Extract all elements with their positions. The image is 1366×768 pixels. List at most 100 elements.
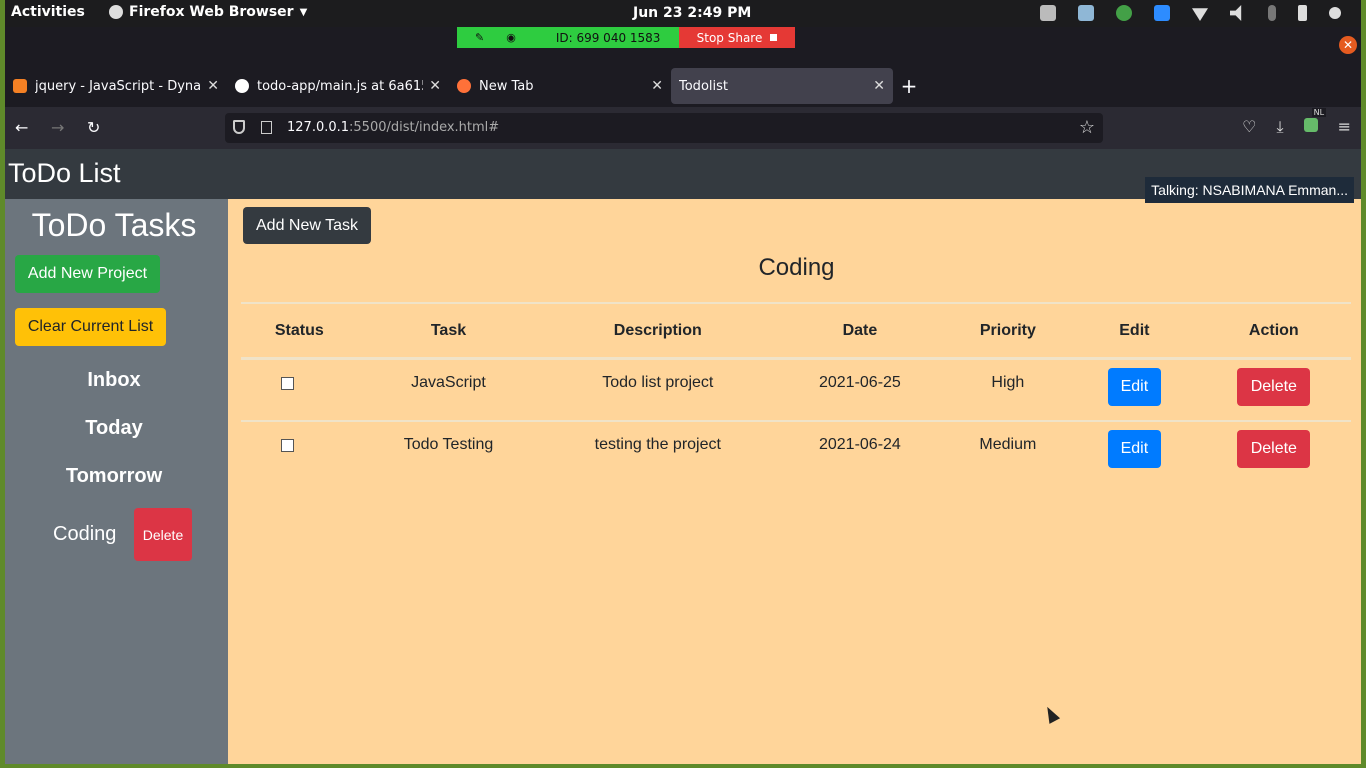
caret-down-icon: ▼ <box>299 6 308 18</box>
todo-app: ToDo List Talking: NSABIMANA Emman... To… <box>5 149 1361 764</box>
app-menu[interactable]: Firefox Web Browser ▼ <box>109 4 307 20</box>
url-text[interactable]: 127.0.0.1:5500/dist/index.html# <box>287 120 499 135</box>
tab-todolist[interactable]: Todolist ✕ <box>671 68 893 104</box>
wifi-icon[interactable] <box>1192 8 1208 21</box>
tab-label: Todolist <box>679 78 728 94</box>
task-table: Status Task Description Date Priority Ed… <box>241 302 1351 483</box>
table-header-row: Status Task Description Date Priority Ed… <box>241 302 1351 360</box>
column-header: Priority <box>943 302 1073 360</box>
extension-icon[interactable]: NL <box>1303 108 1327 137</box>
edit-cell: Edit <box>1072 421 1197 483</box>
bookmark-star-icon[interactable]: ☆ <box>1079 117 1095 138</box>
action-cell: Delete <box>1197 421 1351 483</box>
app-menu-label: Firefox Web Browser <box>129 4 294 20</box>
share-info: ✎ ◉ ID: 699 040 1583 <box>457 27 679 48</box>
delete-project-button[interactable]: Delete <box>134 508 192 561</box>
forward-icon[interactable]: → <box>51 118 64 137</box>
column-header: Status <box>241 302 358 360</box>
column-header: Edit <box>1072 302 1197 360</box>
date-cell: 2021-06-25 <box>776 358 944 422</box>
firefox-icon <box>109 5 123 19</box>
tab-new-tab[interactable]: New Tab ✕ <box>449 68 671 104</box>
column-header: Action <box>1196 302 1351 360</box>
sidebar: ToDo Tasks Add New Project Clear Current… <box>5 199 228 764</box>
page-info-icon[interactable] <box>261 121 272 134</box>
sidebar-item-tomorrow[interactable]: Tomorrow <box>5 465 223 488</box>
url-bar[interactable]: 127.0.0.1:5500/dist/index.html# ☆ <box>225 113 1103 143</box>
battery-icon[interactable] <box>1298 5 1307 21</box>
column-header: Description <box>539 302 777 360</box>
table-row: Todo Testing testing the project 2021-06… <box>241 421 1351 483</box>
delete-task-button[interactable]: Delete <box>1237 368 1311 406</box>
close-tab-icon[interactable]: ✕ <box>429 78 441 94</box>
screen: Activities Firefox Web Browser ▼ Jun 23 … <box>5 0 1361 764</box>
status-cell <box>241 421 358 483</box>
close-tab-icon[interactable]: ✕ <box>207 78 219 94</box>
reload-icon[interactable]: ↻ <box>87 118 100 137</box>
tracking-shield-icon[interactable] <box>233 120 245 134</box>
back-icon[interactable]: ← <box>15 118 28 137</box>
task-cell: Todo Testing <box>403 435 494 453</box>
navigation-bar: ← → ↻ 127.0.0.1:5500/dist/index.html# ☆ … <box>5 107 1361 149</box>
app-title: ToDo List <box>8 158 121 188</box>
delete-task-button[interactable]: Delete <box>1237 429 1311 468</box>
tab-jquery[interactable]: jquery - JavaScript - Dynami ✕ <box>5 68 227 104</box>
system-tray[interactable] <box>1040 5 1341 21</box>
tab-label: New Tab <box>479 78 534 94</box>
main-content: Add New Task Coding Status Task Descript… <box>228 199 1361 764</box>
zoom-icon[interactable] <box>1154 5 1170 21</box>
column-header: Date <box>776 302 944 360</box>
priority-cell: Medium <box>979 435 1037 453</box>
status-checkbox[interactable] <box>280 377 294 390</box>
tab-label: todo-app/main.js at 6a6158 <box>257 78 424 94</box>
download-icon[interactable]: ⤓ <box>1277 117 1284 137</box>
sidebar-item-inbox[interactable]: Inbox <box>5 369 223 392</box>
stackoverflow-icon <box>13 79 27 93</box>
status-checkbox[interactable] <box>280 438 294 452</box>
stop-icon <box>770 34 778 41</box>
priority-cell: High <box>943 358 1073 422</box>
stop-share-label: Stop Share <box>696 30 763 45</box>
close-icon[interactable]: ✕ <box>1339 36 1357 54</box>
clear-list-button[interactable]: Clear Current List <box>15 308 166 346</box>
tab-github[interactable]: todo-app/main.js at 6a6158 ✕ <box>227 68 449 104</box>
add-task-button[interactable]: Add New Task <box>243 207 371 244</box>
description-cell: Todo list project <box>539 358 777 422</box>
app-header: ToDo List Talking: NSABIMANA Emman... <box>5 149 1361 203</box>
stop-share-button[interactable]: Stop Share <box>679 27 795 48</box>
sidebar-item-today[interactable]: Today <box>5 417 223 440</box>
close-tab-icon[interactable]: ✕ <box>651 78 663 94</box>
clock[interactable]: Jun 23 2:49 PM <box>633 5 751 21</box>
slack-icon[interactable] <box>1078 5 1094 21</box>
new-tab-button[interactable]: + <box>893 68 925 104</box>
list-title: Coding <box>758 254 835 281</box>
share-id: ID: 699 040 1583 <box>555 30 661 45</box>
url-path: :5500/dist/index.html# <box>349 120 500 135</box>
screen-icon[interactable] <box>1040 5 1056 21</box>
edit-button[interactable]: Edit <box>1107 429 1161 468</box>
shield-icon: ◉ <box>506 31 516 44</box>
status-cell <box>241 358 358 422</box>
pin-icon[interactable]: ✎ <box>475 31 484 44</box>
action-cell: Delete <box>1196 358 1351 422</box>
mic-icon[interactable] <box>1268 5 1276 21</box>
add-project-button[interactable]: Add New Project <box>15 255 160 293</box>
power-icon[interactable] <box>1329 7 1341 19</box>
edit-cell: Edit <box>1072 358 1197 422</box>
tab-label: jquery - JavaScript - Dynami <box>35 78 202 94</box>
screen-share-bar: ✎ ◉ ID: 699 040 1583 Stop Share <box>457 27 795 48</box>
github-icon <box>235 79 249 93</box>
date-cell: 2021-06-24 <box>818 435 901 453</box>
url-host: 127.0.0.1 <box>287 120 350 135</box>
sidebar-item-coding[interactable]: Coding <box>53 523 116 546</box>
check-icon[interactable] <box>1116 5 1132 21</box>
pocket-icon[interactable]: ♡ <box>1242 117 1256 137</box>
menu-icon[interactable]: ≡ <box>1338 117 1351 137</box>
close-tab-icon[interactable]: ✕ <box>873 78 885 94</box>
sidebar-title: ToDo Tasks <box>31 207 197 243</box>
volume-icon[interactable] <box>1230 5 1242 21</box>
browser-tab-strip: ✎ ◉ ID: 699 040 1583 Stop Share ✕ jquery… <box>5 27 1361 107</box>
edit-button[interactable]: Edit <box>1107 368 1161 406</box>
description-cell: testing the project <box>594 435 721 453</box>
activities-button[interactable]: Activities <box>11 4 85 20</box>
